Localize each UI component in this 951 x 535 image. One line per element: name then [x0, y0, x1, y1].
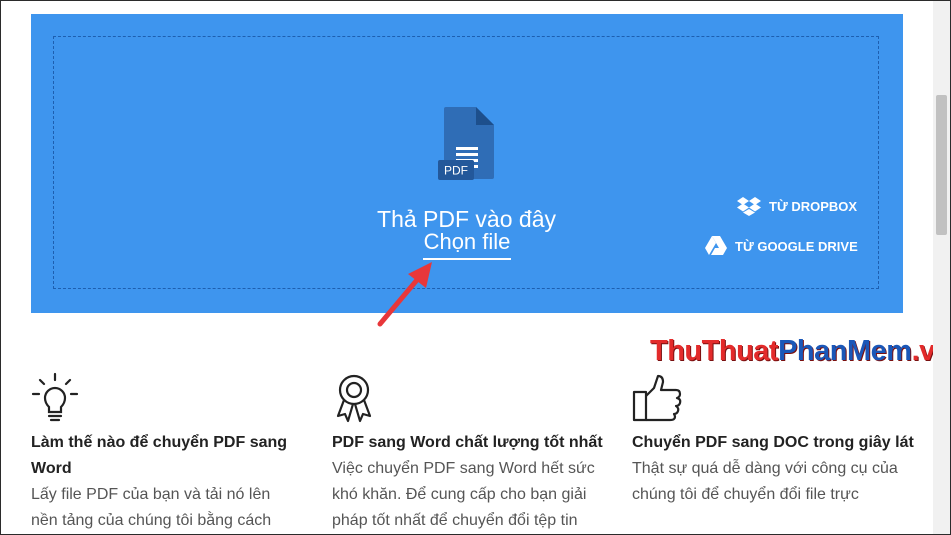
- google-drive-button[interactable]: TỪ GOOGLE DRIVE: [705, 236, 858, 256]
- upload-panel[interactable]: PDF Thả PDF vào đây Chọn file TỪ DROPBOX…: [31, 14, 903, 313]
- dropbox-label: TỪ DROPBOX: [769, 198, 858, 214]
- feature-title: Làm thế nào để chuyển PDF sang Word: [31, 434, 288, 477]
- pdf-badge-label: PDF: [444, 164, 468, 178]
- choose-file-link[interactable]: Chọn file: [423, 229, 511, 260]
- feature-text: Việc chuyển PDF sang Word hết sức khó kh…: [332, 460, 595, 529]
- feature-text: Thật sự quá dễ dàng với công cụ của chún…: [632, 460, 898, 503]
- scrollbar-thumb[interactable]: [936, 95, 947, 235]
- feature-quality: PDF sang Word chất lượng tốt nhất Việc c…: [332, 372, 607, 534]
- watermark-part1: ThuThuat: [650, 335, 779, 367]
- red-arrow-annotation: [377, 262, 432, 327]
- feature-speed: Chuyển PDF sang DOC trong giây lát Thật …: [632, 372, 917, 508]
- watermark-part2: PhanMem: [778, 335, 912, 367]
- feature-title: PDF sang Word chất lượng tốt nhất: [332, 434, 603, 451]
- lightbulb-icon: [31, 372, 79, 422]
- vertical-scrollbar[interactable]: [933, 1, 950, 534]
- feature-text: Lấy file PDF của bạn và tải nó lên nền t…: [31, 486, 272, 529]
- thumbs-up-icon: [632, 374, 682, 422]
- google-drive-icon: [705, 236, 727, 255]
- google-drive-label: TỪ GOOGLE DRIVE: [735, 238, 858, 254]
- watermark-logo: ThuThuatPhanMem.vn: [650, 335, 951, 368]
- feature-title: Chuyển PDF sang DOC trong giây lát: [632, 434, 914, 451]
- feature-how-to: Làm thế nào để chuyển PDF sang Word Lấy …: [31, 372, 301, 534]
- dropbox-icon: [737, 197, 761, 216]
- pdf-file-icon: PDF: [438, 107, 494, 180]
- award-ribbon-icon: [336, 374, 372, 423]
- dropbox-button[interactable]: TỪ DROPBOX: [737, 196, 857, 216]
